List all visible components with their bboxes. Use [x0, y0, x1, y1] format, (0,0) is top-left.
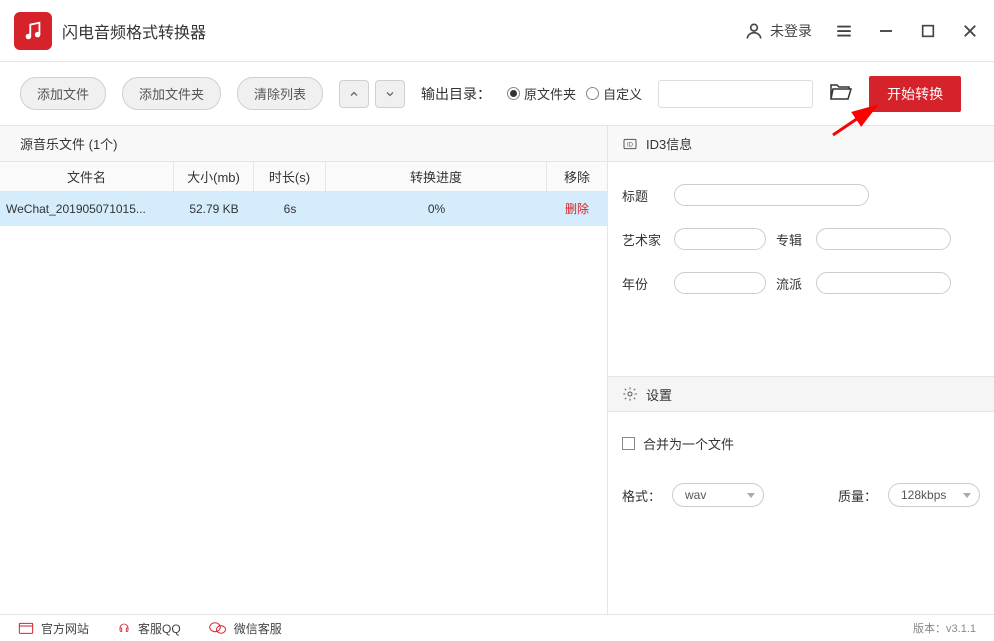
svg-text:ID: ID	[627, 142, 634, 148]
radio-icon	[507, 87, 520, 100]
version-text: 版本：v3.1.1	[913, 620, 976, 636]
album-label: 专辑	[776, 230, 806, 249]
table-header: 文件名 大小(mb) 时长(s) 转换进度 移除	[0, 162, 607, 192]
maximize-button[interactable]	[918, 21, 938, 41]
qq-support-link[interactable]: 客服QQ	[117, 620, 181, 637]
format-select[interactable]: wav	[672, 483, 764, 507]
app-logo-icon	[14, 12, 52, 50]
qq-support-text: 客服QQ	[138, 620, 181, 637]
output-label: 输出目录：	[421, 84, 491, 104]
official-site-link[interactable]: 官方网站	[18, 620, 89, 637]
minimize-icon	[877, 22, 895, 40]
merge-checkbox[interactable]: 合并为一个文件	[622, 434, 980, 453]
checkbox-icon	[622, 437, 635, 450]
close-icon	[961, 22, 979, 40]
col-name-header: 文件名	[0, 162, 174, 191]
add-folder-button[interactable]: 添加文件夹	[122, 77, 221, 110]
genre-input[interactable]	[816, 272, 951, 294]
hamburger-icon	[835, 22, 853, 40]
move-up-button[interactable]	[339, 80, 369, 108]
title-input[interactable]	[674, 184, 869, 206]
right-panel: ID ID3信息 标题 艺术家 专辑 年份 流派 设置	[608, 126, 994, 614]
album-input[interactable]	[816, 228, 951, 250]
artist-input[interactable]	[674, 228, 766, 250]
genre-label: 流派	[776, 274, 806, 293]
cell-duration: 6s	[254, 192, 326, 225]
footer: 官方网站 客服QQ 微信客服 版本：v3.1.1	[0, 614, 994, 641]
clear-list-button[interactable]: 清除列表	[237, 77, 323, 110]
gear-icon	[622, 386, 638, 402]
year-label: 年份	[622, 274, 664, 293]
menu-button[interactable]	[834, 21, 854, 41]
move-down-button[interactable]	[375, 80, 405, 108]
toolbar: 添加文件 添加文件夹 清除列表 输出目录： 原文件夹 自定义 开始转换	[0, 62, 994, 126]
app-title: 闪电音频格式转换器	[62, 19, 206, 43]
table-row[interactable]: WeChat_201905071015... 52.79 KB 6s 0% 删除	[0, 192, 607, 226]
quality-select[interactable]: 128kbps	[888, 483, 980, 507]
folder-open-icon	[829, 81, 853, 101]
wechat-icon	[209, 621, 227, 635]
chevron-down-icon	[384, 88, 396, 100]
delete-row-button[interactable]: 删除	[547, 192, 607, 225]
cell-size: 52.79 KB	[174, 192, 254, 225]
radio-icon	[586, 87, 599, 100]
official-site-text: 官方网站	[41, 620, 89, 637]
settings-header-text: 设置	[646, 385, 672, 404]
browse-folder-button[interactable]	[829, 81, 853, 106]
wechat-support-link[interactable]: 微信客服	[209, 620, 282, 637]
maximize-icon	[920, 23, 936, 39]
radio-source-folder[interactable]: 原文件夹	[507, 84, 576, 103]
title-label: 标题	[622, 186, 664, 205]
col-remove-header: 移除	[547, 162, 607, 191]
output-path-input[interactable]	[658, 80, 813, 108]
close-button[interactable]	[960, 21, 980, 41]
start-convert-button[interactable]: 开始转换	[869, 76, 961, 112]
col-duration-header: 时长(s)	[254, 162, 326, 191]
browser-icon	[18, 621, 34, 635]
year-input[interactable]	[674, 272, 766, 294]
cell-filename: WeChat_201905071015...	[0, 192, 174, 225]
user-icon	[744, 21, 764, 41]
radio-source-label: 原文件夹	[524, 84, 576, 103]
col-size-header: 大小(mb)	[174, 162, 254, 191]
id3-header-text: ID3信息	[646, 134, 692, 153]
titlebar: 闪电音频格式转换器 未登录	[0, 0, 994, 62]
radio-custom-folder[interactable]: 自定义	[586, 84, 642, 103]
merge-label: 合并为一个文件	[643, 434, 734, 453]
login-text: 未登录	[770, 21, 812, 41]
artist-label: 艺术家	[622, 230, 664, 249]
settings-header: 设置	[608, 376, 994, 412]
login-button[interactable]: 未登录	[744, 21, 812, 41]
id3-header: ID ID3信息	[608, 126, 994, 162]
id-icon: ID	[622, 136, 638, 152]
quality-label: 质量：	[838, 486, 880, 505]
format-label: 格式：	[622, 486, 664, 505]
col-progress-header: 转换进度	[326, 162, 547, 191]
source-header: 源音乐文件 (1个)	[0, 126, 607, 162]
wechat-support-text: 微信客服	[234, 620, 282, 637]
headset-icon	[117, 620, 131, 636]
minimize-button[interactable]	[876, 21, 896, 41]
file-list-panel: 源音乐文件 (1个) 文件名 大小(mb) 时长(s) 转换进度 移除 WeCh…	[0, 126, 608, 614]
add-file-button[interactable]: 添加文件	[20, 77, 106, 110]
cell-progress: 0%	[326, 192, 547, 225]
chevron-up-icon	[348, 88, 360, 100]
radio-custom-label: 自定义	[603, 84, 642, 103]
